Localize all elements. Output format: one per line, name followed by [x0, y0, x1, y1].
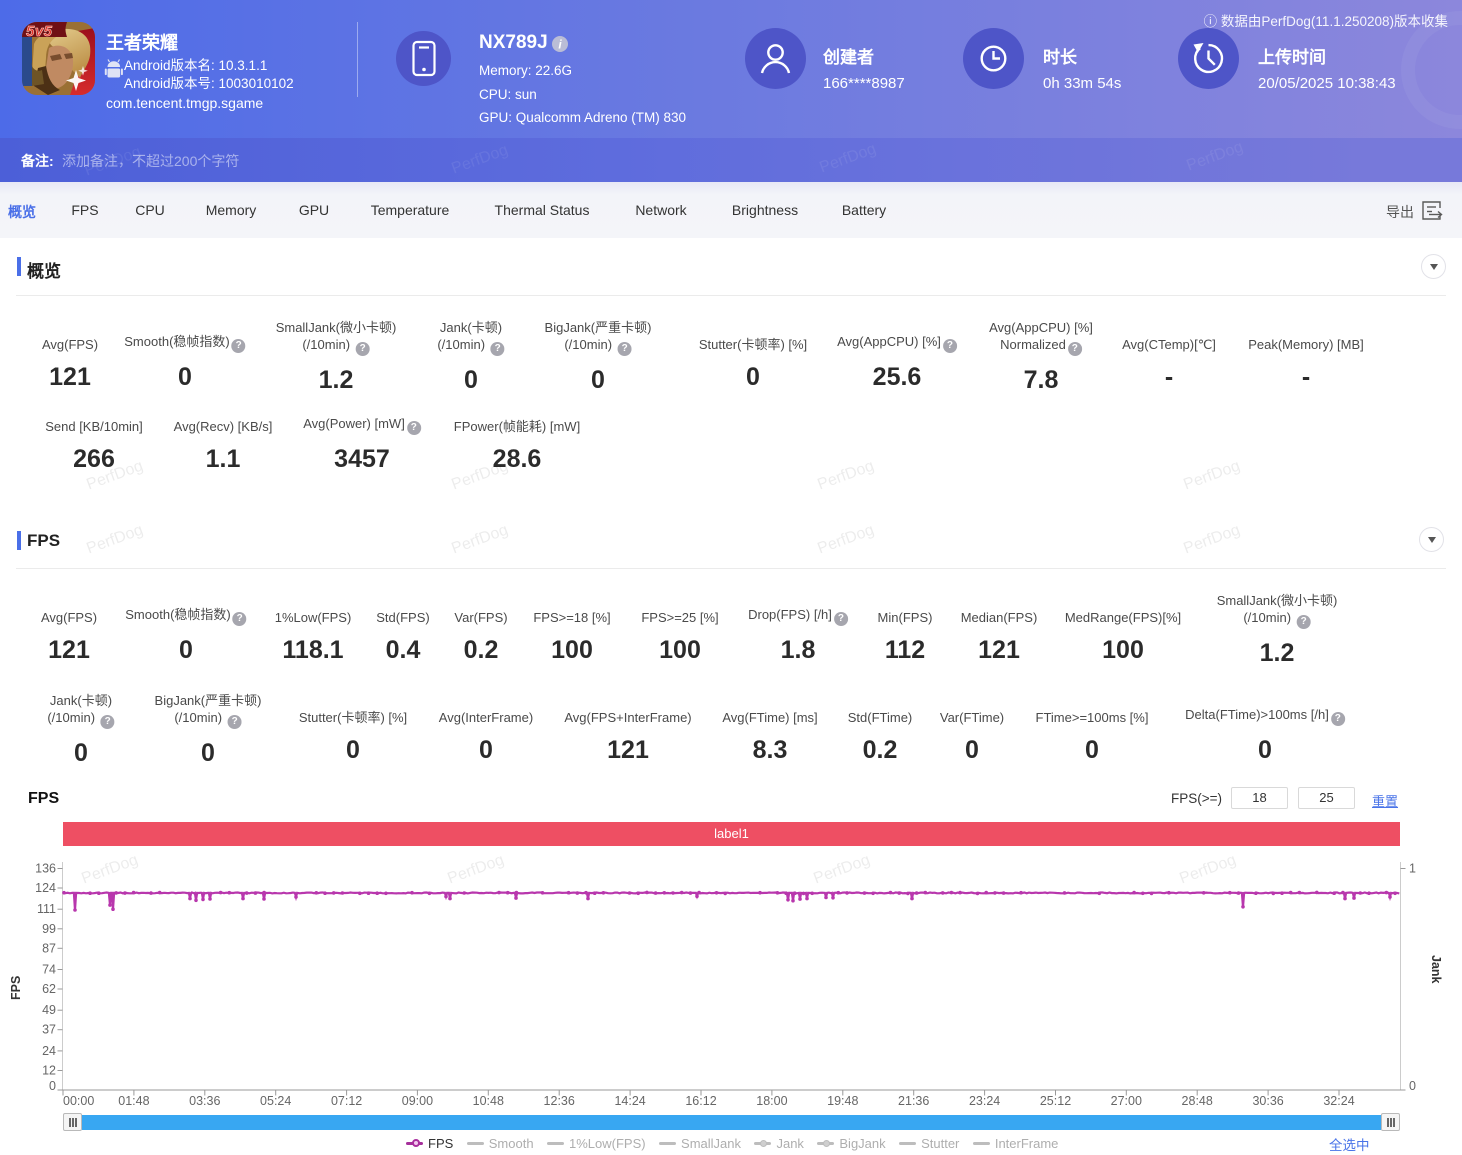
svg-text:12: 12: [42, 1064, 56, 1078]
svg-text:07:12: 07:12: [331, 1094, 362, 1108]
svg-text:12:36: 12:36: [544, 1094, 575, 1108]
svg-text:23:24: 23:24: [969, 1094, 1000, 1108]
svg-text:FPS: FPS: [9, 976, 23, 1000]
svg-text:37: 37: [42, 1023, 56, 1037]
svg-text:1: 1: [1409, 862, 1416, 876]
svg-text:87: 87: [42, 941, 56, 955]
svg-text:24: 24: [42, 1044, 56, 1058]
svg-text:05:24: 05:24: [260, 1094, 291, 1108]
svg-text:28:48: 28:48: [1182, 1094, 1213, 1108]
svg-text:136: 136: [35, 862, 56, 876]
svg-text:18:00: 18:00: [756, 1094, 787, 1108]
svg-text:27:00: 27:00: [1111, 1094, 1142, 1108]
svg-text:00:00: 00:00: [63, 1094, 94, 1108]
svg-text:03:36: 03:36: [189, 1094, 220, 1108]
svg-text:30:36: 30:36: [1252, 1094, 1283, 1108]
svg-text:16:12: 16:12: [685, 1094, 716, 1108]
svg-text:0: 0: [1409, 1079, 1416, 1093]
svg-text:Jank: Jank: [1429, 955, 1443, 984]
svg-text:124: 124: [35, 881, 56, 895]
svg-text:111: 111: [37, 902, 56, 916]
svg-text:09:00: 09:00: [402, 1094, 433, 1108]
svg-text:01:48: 01:48: [118, 1094, 149, 1108]
svg-text:49: 49: [42, 1003, 56, 1017]
svg-text:99: 99: [42, 922, 56, 936]
svg-text:10:48: 10:48: [473, 1094, 504, 1108]
svg-text:14:24: 14:24: [614, 1094, 645, 1108]
svg-text:74: 74: [42, 963, 56, 977]
svg-text:0: 0: [49, 1079, 56, 1093]
svg-text:62: 62: [42, 982, 56, 996]
svg-text:19:48: 19:48: [827, 1094, 858, 1108]
svg-text:21:36: 21:36: [898, 1094, 929, 1108]
svg-text:25:12: 25:12: [1040, 1094, 1071, 1108]
svg-text:32:24: 32:24: [1323, 1094, 1354, 1108]
